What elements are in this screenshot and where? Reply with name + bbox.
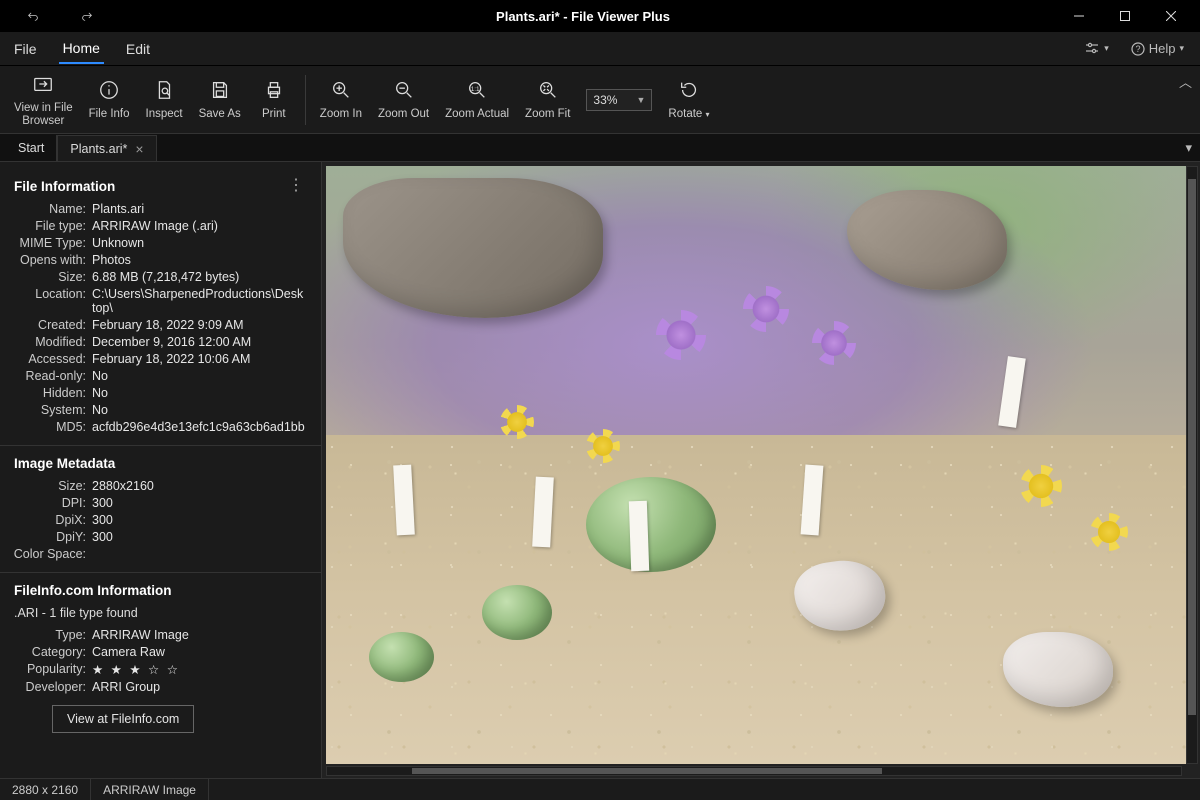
scrollbar-thumb[interactable] <box>1188 179 1196 715</box>
tab-file[interactable]: Plants.ari* × <box>57 135 156 161</box>
chevron-down-icon: ▼ <box>637 95 646 105</box>
inspect-button[interactable]: Inspect <box>138 73 191 125</box>
svg-text:1:1: 1:1 <box>471 86 480 93</box>
panel-title: FileInfo.com Information <box>14 583 172 598</box>
toolbar: View in File Browser File Info Inspect S… <box>0 66 1200 134</box>
zoom-actual-button[interactable]: 1:1 Zoom Actual <box>437 73 517 125</box>
sliders-icon <box>1084 41 1100 57</box>
save-as-button[interactable]: Save As <box>191 73 249 125</box>
title-bar: Plants.ari* - File Viewer Plus <box>0 0 1200 32</box>
view-at-fileinfo-button[interactable]: View at FileInfo.com <box>52 705 194 733</box>
svg-text:?: ? <box>1135 44 1140 54</box>
close-tab-icon[interactable]: × <box>135 142 143 156</box>
popularity-stars: ★ ★ ★ ☆ ☆ <box>92 662 180 677</box>
zoom-in-button[interactable]: Zoom In <box>312 73 370 125</box>
filetype-count: .ARI - 1 file type found <box>2 604 311 626</box>
toolbar-separator <box>305 75 306 125</box>
zoom-fit-button[interactable]: Zoom Fit <box>517 73 578 125</box>
panel-image-metadata: Image Metadata Size:2880x2160 DPI:300 Dp… <box>0 446 321 573</box>
zoom-actual-icon: 1:1 <box>466 77 488 103</box>
menu-file[interactable]: File <box>10 35 41 63</box>
collapse-ribbon-button[interactable]: ︿ <box>1179 72 1192 91</box>
view-in-browser-button[interactable]: View in File Browser <box>6 67 81 132</box>
plants-photo <box>326 166 1194 764</box>
menu-edit[interactable]: Edit <box>122 35 154 63</box>
panel-file-information: File Information ⋮ Name:Plants.ari File … <box>0 168 321 446</box>
info-icon <box>98 77 120 103</box>
status-format: ARRIRAW Image <box>91 779 209 800</box>
close-button[interactable] <box>1148 0 1194 32</box>
folder-arrow-icon <box>32 71 54 97</box>
tab-start[interactable]: Start <box>6 135 57 161</box>
help-icon: ? <box>1131 42 1145 56</box>
maximize-button[interactable] <box>1102 0 1148 32</box>
save-icon <box>209 77 231 103</box>
settings-button[interactable]: ▾ <box>1078 37 1115 61</box>
zoom-out-button[interactable]: Zoom Out <box>370 73 437 125</box>
chevron-down-icon: ▾ <box>1104 43 1109 54</box>
scrollbar-thumb[interactable] <box>412 768 882 774</box>
panel-fileinfo-com: FileInfo.com Information .ARI - 1 file t… <box>0 573 321 745</box>
tabs-overflow-button[interactable]: ▾ <box>1185 140 1192 156</box>
help-label: Help <box>1149 41 1176 56</box>
image-canvas[interactable] <box>326 166 1194 764</box>
menu-bar: File Home Edit ▾ ? Help ▾ <box>0 32 1200 66</box>
panel-title: Image Metadata <box>14 456 115 471</box>
workspace: File Information ⋮ Name:Plants.ari File … <box>0 162 1200 778</box>
help-button[interactable]: ? Help ▾ <box>1125 37 1190 60</box>
redo-icon[interactable] <box>64 0 110 32</box>
rotate-button[interactable]: Rotate ▾ <box>660 73 717 125</box>
zoom-out-icon <box>393 77 415 103</box>
chevron-down-icon: ▾ <box>1179 43 1184 54</box>
zoom-value: 33% <box>593 93 617 107</box>
file-info-button[interactable]: File Info <box>81 73 138 125</box>
print-button[interactable]: Print <box>249 73 299 125</box>
zoom-level-select[interactable]: 33% ▼ <box>586 89 652 111</box>
undo-icon[interactable] <box>10 0 56 32</box>
status-bar: 2880 x 2160 ARRIRAW Image <box>0 778 1200 800</box>
kebab-menu-icon[interactable]: ⋮ <box>288 178 307 194</box>
print-icon <box>263 77 285 103</box>
rotate-icon <box>678 77 700 103</box>
zoom-fit-icon <box>537 77 559 103</box>
vertical-scrollbar[interactable] <box>1186 166 1198 764</box>
chevron-down-icon: ▾ <box>706 110 710 119</box>
minimize-button[interactable] <box>1056 0 1102 32</box>
image-viewer <box>322 162 1200 778</box>
window-title: Plants.ari* - File Viewer Plus <box>110 9 1056 24</box>
menu-home[interactable]: Home <box>59 34 104 64</box>
document-tabs: Start Plants.ari* × ▾ <box>0 134 1200 162</box>
info-sidebar[interactable]: File Information ⋮ Name:Plants.ari File … <box>0 162 322 778</box>
document-search-icon <box>153 77 175 103</box>
zoom-in-icon <box>330 77 352 103</box>
panel-title: File Information <box>14 179 115 194</box>
horizontal-scrollbar[interactable] <box>326 766 1182 776</box>
status-dimensions: 2880 x 2160 <box>0 779 91 800</box>
